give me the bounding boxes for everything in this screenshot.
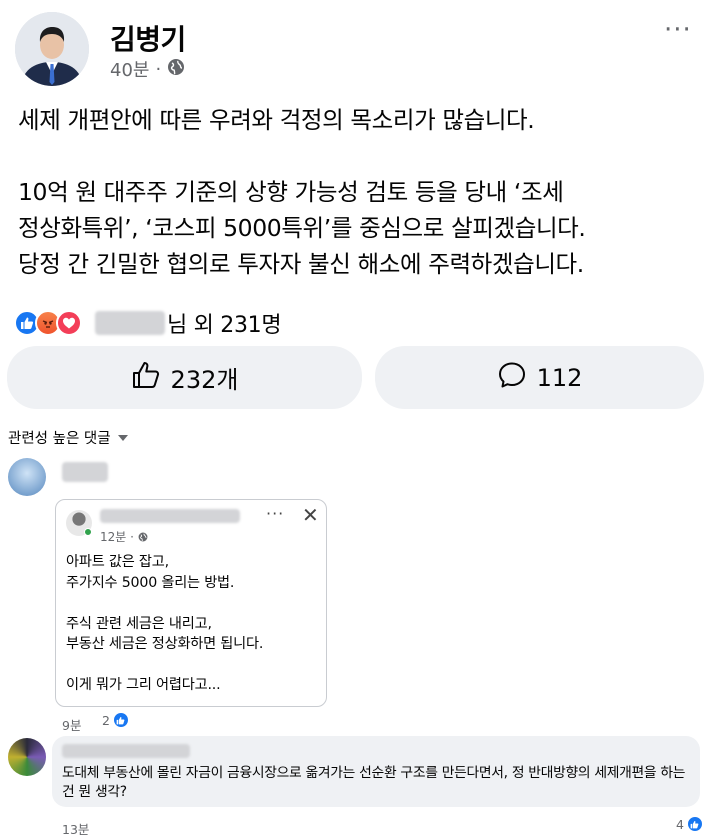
globe-icon: [138, 530, 148, 544]
comment-text: 도대체 부동산에 몰린 자금이 금융시장으로 옮겨가는 선순환 구조를 만든다면…: [62, 765, 686, 800]
like-icon: [112, 712, 129, 728]
caret-down-icon: [117, 430, 129, 446]
commenter-avatar[interactable]: [8, 458, 46, 496]
comment-count: 112: [536, 363, 583, 392]
post-meta: 40분 ·: [110, 56, 185, 82]
like-icon: [686, 816, 703, 832]
close-icon[interactable]: ✕: [302, 503, 319, 527]
post-time[interactable]: 40분: [110, 56, 149, 82]
like-button[interactable]: 232개: [7, 346, 362, 409]
globe-icon: [167, 58, 185, 81]
card-meta: 12분 ·: [100, 528, 148, 545]
commenter-name-redacted[interactable]: [62, 462, 108, 482]
comment-likes-number: 2: [102, 712, 110, 728]
card-text-line: 아파트 값은 잡고,: [66, 554, 169, 570]
reactions-summary[interactable]: 님 외 231명: [14, 308, 282, 338]
online-status-dot: [84, 528, 92, 536]
reactor-name-redacted: [95, 311, 165, 335]
card-time: 12분: [100, 530, 127, 544]
reactions-count: 님 외 231명: [167, 313, 282, 338]
post-body-line: 정상화특위’, ‘코스피 5000특위’를 중심으로 살피겠습니다.: [18, 214, 586, 242]
card-text-line: 주식 관련 세금은 내리고,: [66, 615, 212, 632]
like-count: 232개: [170, 366, 239, 394]
comment-time[interactable]: 13분: [62, 819, 89, 838]
card-text-line: 주가지수 5000 올리는 방법.: [66, 574, 235, 591]
author-name[interactable]: 김병기: [110, 18, 186, 58]
love-icon: [56, 310, 82, 336]
post-body: 세제 개편안에 따른 우려와 걱정의 목소리가 많습니다. 10억 원 대주주 …: [18, 102, 698, 282]
comment-likes-number: 4: [676, 816, 684, 832]
meta-separator: ·: [130, 530, 134, 544]
card-text-line: 이게 뭐가 그리 어렵다고...: [66, 677, 221, 693]
post-more-options-icon[interactable]: ···: [664, 17, 692, 43]
comment-sort-label: 관련성 높은 댓글: [8, 431, 111, 447]
card-text-line: 부동산 세금은 정상화하면 됩니다.: [66, 636, 264, 652]
comment-like-count[interactable]: 4: [676, 816, 703, 832]
post-body-line: 당정 간 긴밀한 협의로 투자자 불신 해소에 주력하겠습니다.: [18, 250, 584, 278]
commenter-name-redacted[interactable]: [62, 744, 190, 758]
commenter-avatar[interactable]: [8, 738, 46, 776]
shared-post-card[interactable]: 12분 · ··· ✕ 아파트 값은 잡고, 주가지수 5000 올리는 방법.…: [55, 499, 327, 707]
comment-like-count[interactable]: 2: [102, 712, 129, 728]
comment-time[interactable]: 9분: [62, 715, 81, 734]
author-avatar[interactable]: [15, 12, 89, 86]
meta-separator: ·: [155, 58, 162, 80]
comment-button[interactable]: 112: [375, 346, 704, 409]
comment-bubble: 도대체 부동산에 몰린 자금이 금융시장으로 옮겨가는 선순환 구조를 만든다면…: [52, 736, 700, 807]
card-more-options-icon[interactable]: ···: [266, 504, 284, 523]
post-body-line: 세제 개편안에 따른 우려와 걱정의 목소리가 많습니다.: [18, 106, 535, 134]
post-body-line: 10억 원 대주주 기준의 상향 가능성 검토 등을 당내 ‘조세: [18, 178, 564, 206]
card-text: 아파트 값은 잡고, 주가지수 5000 올리는 방법. 주식 관련 세금은 내…: [66, 552, 321, 696]
comment-sort-dropdown[interactable]: 관련성 높은 댓글: [8, 427, 129, 448]
comment-bubble-icon: [497, 360, 527, 396]
thumbs-up-icon: [131, 360, 161, 396]
card-author-name-redacted[interactable]: [100, 509, 240, 523]
